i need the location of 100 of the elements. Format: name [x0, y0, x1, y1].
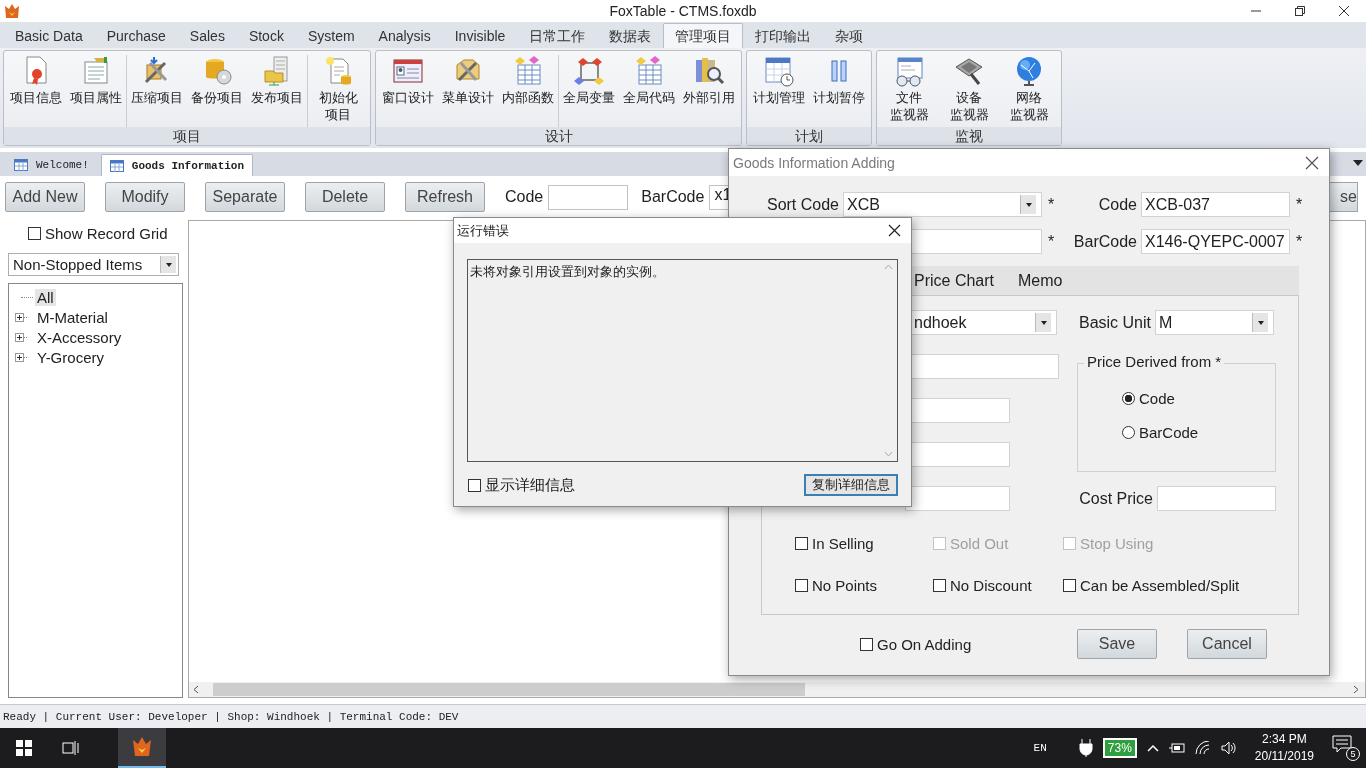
close-icon[interactable] [1338, 5, 1350, 17]
diagram-icon [573, 55, 605, 87]
dialog-button[interactable]: Save [1077, 629, 1157, 659]
checkbox-label: In Selling [812, 534, 874, 552]
menu-tab[interactable]: 日常工作 [517, 23, 598, 48]
ribbon-button[interactable]: 全局代码 [619, 55, 679, 127]
horizontal-scrollbar[interactable] [189, 682, 1365, 697]
document-tab[interactable]: Welcome! [6, 154, 97, 176]
menu-tab[interactable]: 管理项目 [663, 23, 744, 48]
ribbon-button[interactable]: 项目信息 [6, 55, 66, 127]
copy-details-button[interactable]: 复制详细信息 [804, 474, 898, 496]
button-label: 内部函数 [502, 89, 554, 106]
ribbon-button[interactable]: 备份项目 [187, 55, 247, 127]
wifi-icon[interactable] [1194, 741, 1211, 755]
menu-tab[interactable]: Basic Data [3, 23, 95, 48]
ribbon-button[interactable]: 发布项目 [247, 55, 307, 127]
ribbon-button[interactable]: 计划管理 [749, 55, 809, 127]
ribbon-button[interactable]: 文件 监视器 [879, 55, 939, 127]
tree-item[interactable]: M-Material [35, 308, 110, 326]
checkbox[interactable] [860, 637, 873, 651]
dialog-button[interactable]: Cancel [1187, 629, 1267, 659]
input-field[interactable] [905, 486, 1010, 511]
menu-tab[interactable]: Purchase [94, 23, 178, 48]
checkbox[interactable] [795, 536, 808, 550]
expand-icon[interactable] [15, 332, 27, 342]
close-button[interactable] [888, 224, 901, 237]
toolbar-button[interactable]: Refresh [405, 182, 485, 212]
checkbox[interactable] [933, 578, 946, 592]
checkbox-label: No Discount [950, 576, 1032, 594]
tree-item[interactable]: All [35, 288, 56, 306]
volume-icon[interactable] [1220, 741, 1237, 755]
dropdown-caret-icon[interactable] [1353, 160, 1363, 166]
toolbar-button[interactable]: se [1328, 182, 1358, 212]
clock[interactable]: 2:34 PM 20/11/2019 [1254, 731, 1314, 765]
menu-tab[interactable]: Invisible [442, 23, 518, 48]
ribbon-button[interactable]: 菜单设计 [438, 55, 498, 127]
tab[interactable]: Memo [1008, 271, 1073, 290]
toolbar-button[interactable]: Modify [105, 182, 185, 212]
input-field[interactable]: X146-QYEPC-0007 [1141, 229, 1290, 254]
ribbon-button[interactable]: 外部引用 [679, 55, 739, 127]
input-field[interactable] [1157, 486, 1276, 511]
menu-tab[interactable]: System [295, 23, 367, 48]
close-button[interactable] [1305, 155, 1319, 170]
radio-button[interactable] [1122, 391, 1135, 405]
ribbon-button[interactable]: 全局变量 [559, 55, 619, 127]
tree-item[interactable]: Y-Grocery [35, 348, 106, 366]
caret-icon [164, 261, 173, 268]
menu-tab[interactable]: Sales [177, 23, 237, 48]
button-label: 项目属性 [70, 89, 122, 106]
battery-icon[interactable] [1168, 742, 1185, 754]
ribbon-button[interactable]: 窗口设计 [378, 55, 438, 127]
notification-icon[interactable] [1332, 735, 1352, 753]
ribbon-button[interactable]: 计划暂停 [809, 55, 869, 127]
toolbar-button[interactable]: Delete [305, 182, 385, 212]
menu-tab[interactable]: 打印输出 [743, 23, 824, 48]
menu-tab[interactable]: Analysis [366, 23, 443, 48]
dropdown-field[interactable]: XCB [843, 192, 1042, 217]
window-title: FoxTable - CTMS.foxdb [609, 3, 757, 19]
ribbon-button[interactable]: 初始化 项目 [308, 55, 368, 127]
close-icon [888, 224, 901, 237]
checkbox[interactable] [1063, 578, 1076, 592]
checkbox[interactable] [28, 226, 41, 240]
ribbon-button[interactable]: 内部函数 [498, 55, 558, 127]
radio-label: BarCode [1139, 423, 1199, 441]
ribbon-button[interactable]: 项目属性 [66, 55, 126, 127]
toolbar-button[interactable]: Add New [5, 182, 85, 212]
filter-dropdown[interactable]: Non-Stopped Items [8, 253, 179, 276]
group-title: 计划 [747, 127, 871, 145]
dropdown-field[interactable]: M [1155, 310, 1274, 335]
ribbon-button[interactable]: 网络 监视器 [999, 55, 1059, 127]
code-field[interactable] [548, 184, 629, 210]
checkbox[interactable] [795, 578, 808, 592]
expand-icon[interactable] [15, 352, 27, 362]
menu-tab[interactable]: Stock [236, 23, 296, 48]
scroll-left-icon[interactable] [193, 685, 199, 694]
language-indicator[interactable]: EN [1033, 742, 1047, 754]
scroll-right-icon[interactable] [1353, 685, 1359, 694]
button-label: 窗口设计 [382, 89, 434, 106]
expand-icon[interactable] [15, 312, 27, 322]
taskbar-app[interactable] [118, 728, 166, 768]
tree-item[interactable]: X-Accessory [35, 328, 124, 346]
plug-icon[interactable] [1078, 739, 1093, 757]
radio-button[interactable] [1122, 425, 1135, 439]
button-label: 压缩项目 [131, 89, 183, 106]
checkbox[interactable] [468, 478, 481, 492]
toolbar-button[interactable]: Separate [205, 182, 285, 212]
ribbon-button[interactable]: 压缩项目 [127, 55, 187, 127]
button-label: 备份项目 [191, 89, 243, 106]
input-field[interactable]: XCB-037 [1141, 192, 1290, 217]
checkbox-label: 显示详细信息 [485, 475, 575, 495]
restore-icon[interactable] [1294, 5, 1306, 17]
glasses-icon [893, 55, 925, 87]
windows-icon[interactable] [16, 740, 32, 756]
menu-tab[interactable]: 杂项 [823, 23, 876, 48]
caret-up-icon[interactable] [1146, 744, 1159, 752]
ribbon-button[interactable]: 设备 监视器 [939, 55, 999, 127]
menu-tab[interactable]: 数据表 [597, 23, 664, 48]
document-tab[interactable]: Goods Information [100, 154, 254, 176]
table-icon [14, 159, 28, 171]
task-view-icon[interactable] [62, 740, 80, 756]
